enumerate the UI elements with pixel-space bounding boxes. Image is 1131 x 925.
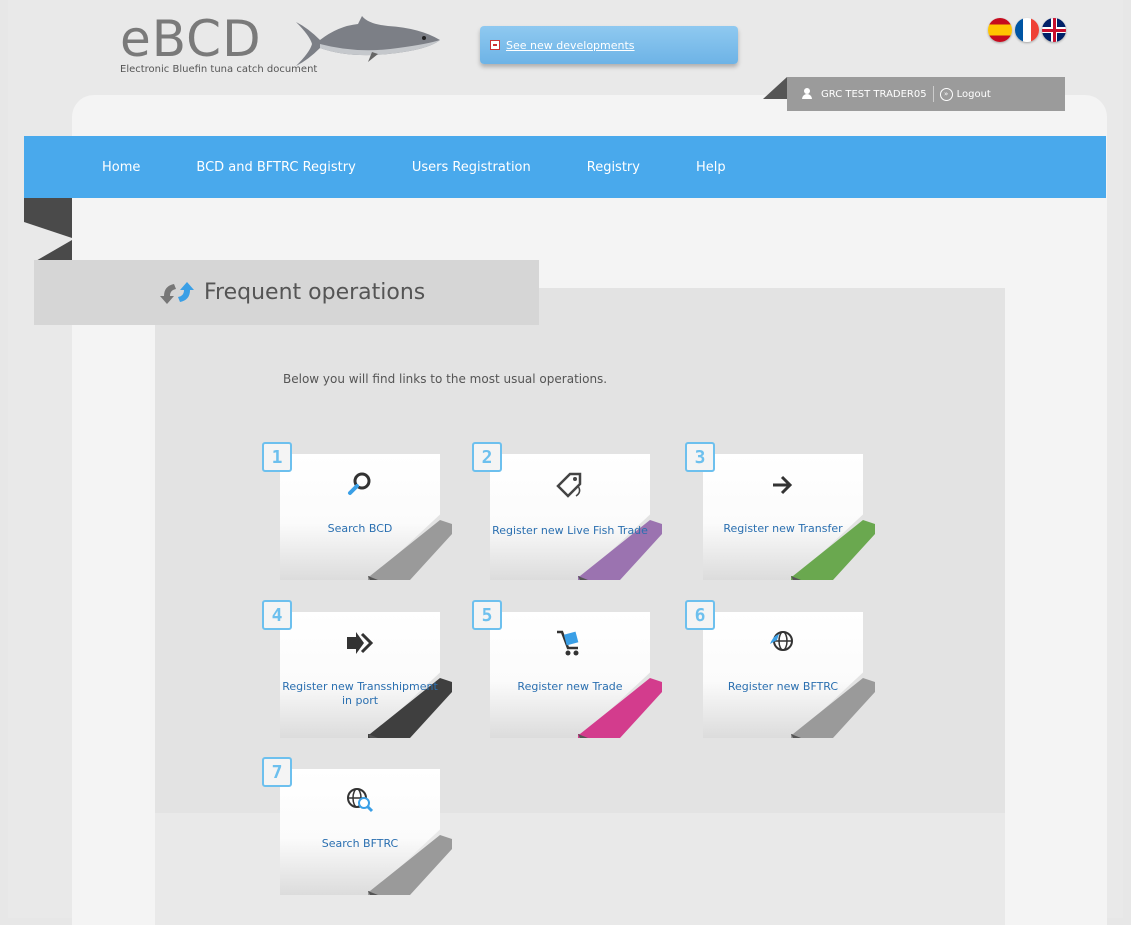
see-new-developments-link[interactable]: See new developments xyxy=(506,39,635,52)
card-number: 4 xyxy=(262,600,292,630)
refresh-icon xyxy=(160,281,194,304)
divider xyxy=(932,86,934,102)
card-register-transshipment[interactable]: 4 Register new Transshipment in port xyxy=(262,600,452,740)
arrow-right-icon xyxy=(773,475,793,495)
card-number: 5 xyxy=(472,600,502,630)
user-bar: GRC TEST TRADER05 » Logout xyxy=(787,77,1065,111)
intro-text: Below you will find links to the most us… xyxy=(283,372,608,386)
es-flag-icon[interactable] xyxy=(988,18,1012,42)
logout-link[interactable]: Logout xyxy=(957,89,991,100)
card-number: 2 xyxy=(472,442,502,472)
card-label: Register new BFTRC xyxy=(727,680,839,693)
section-header: Frequent operations xyxy=(34,260,539,325)
card-label: Search BCD xyxy=(327,522,393,535)
cart-icon xyxy=(557,630,579,656)
fr-flag-icon[interactable] xyxy=(1015,18,1039,42)
nav-users-registration[interactable]: Users Registration xyxy=(412,160,531,175)
card-register-trade[interactable]: 5 Register new Trade xyxy=(472,600,662,740)
nav-bcd-bftrc-registry[interactable]: BCD and BFTRC Registry xyxy=(196,160,355,175)
logout-icon[interactable]: » xyxy=(939,87,953,101)
tag-icon xyxy=(556,472,582,498)
nav-registry[interactable]: Registry xyxy=(587,160,640,175)
card-number: 6 xyxy=(685,600,715,630)
uk-flag-icon[interactable] xyxy=(1042,18,1066,42)
globe-search-icon xyxy=(347,788,374,813)
main-nav: Home BCD and BFTRC Registry Users Regist… xyxy=(24,136,1106,198)
card-register-bftrc[interactable]: 6 Register new BFTRC xyxy=(685,600,875,740)
globe-icon xyxy=(770,631,793,651)
see-new-developments-button[interactable]: See new developments xyxy=(480,26,738,64)
section-title: Frequent operations xyxy=(204,280,426,305)
news-icon xyxy=(490,40,500,50)
double-arrow-icon xyxy=(347,632,374,654)
search-icon xyxy=(348,472,371,495)
nav-home[interactable]: Home xyxy=(102,160,140,175)
language-selector xyxy=(988,18,1066,42)
card-label: Register new Transshipment in port xyxy=(282,680,438,707)
card-label: Register new Live Fish Trade xyxy=(492,524,648,537)
card-label: Register new Transfer xyxy=(723,522,843,535)
card-number: 3 xyxy=(685,442,715,472)
user-name: GRC TEST TRADER05 xyxy=(821,88,927,100)
tuna-fish-icon xyxy=(296,16,440,66)
card-register-live-fish-trade[interactable]: 2 Register new Live Fish Trade xyxy=(472,442,662,582)
nav-help[interactable]: Help xyxy=(696,160,726,175)
user-icon xyxy=(801,88,813,100)
card-label: Search BFTRC xyxy=(321,837,399,850)
card-number: 1 xyxy=(262,442,292,472)
card-search-bcd[interactable]: 1 Search BCD xyxy=(262,442,452,582)
user-bar-fold xyxy=(763,77,787,99)
card-search-bftrc[interactable]: 7 Search BFTRC xyxy=(262,757,452,897)
card-number: 7 xyxy=(262,757,292,787)
card-register-transfer[interactable]: 3 Register new Transfer xyxy=(685,442,875,582)
card-label: Register new Trade xyxy=(517,680,623,693)
